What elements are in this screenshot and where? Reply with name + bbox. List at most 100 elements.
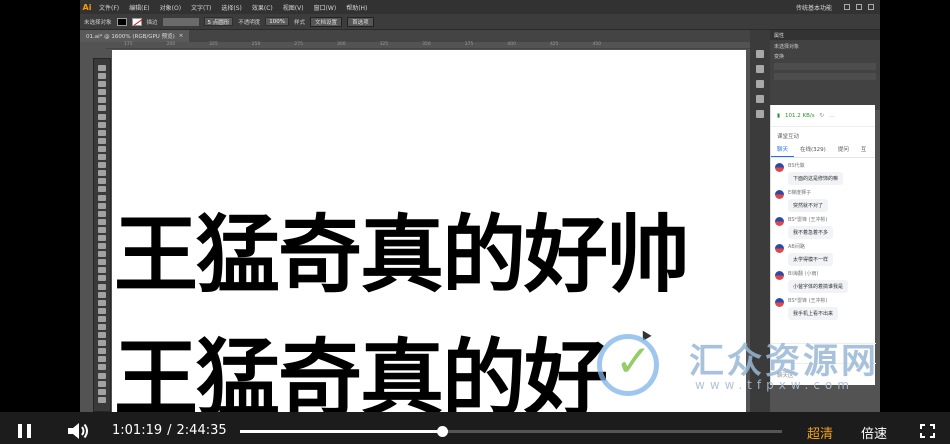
tool-icon[interactable]	[98, 291, 106, 298]
canvas-text-line-2[interactable]: 王猛奇真的好	[114, 312, 608, 412]
tool-icon[interactable]	[98, 267, 106, 274]
fill-swatch[interactable]	[116, 17, 127, 26]
ruler-tick: 400	[507, 42, 516, 47]
tool-icon[interactable]	[98, 356, 106, 363]
chat-message: E梯度狮子 突然就不对了	[771, 185, 875, 212]
minimize-window-icon[interactable]	[844, 4, 850, 10]
tool-icon[interactable]	[98, 97, 106, 104]
progress-handle[interactable]	[437, 426, 449, 437]
avatar	[775, 298, 784, 307]
panel-dock-icon[interactable]	[756, 80, 764, 88]
properties-selection-status: 未选择对象	[774, 44, 800, 50]
tool-icon[interactable]	[98, 129, 106, 136]
tool-icon[interactable]	[98, 388, 106, 395]
tool-icon[interactable]	[98, 299, 106, 306]
tool-icon[interactable]	[98, 364, 106, 371]
tab-chat[interactable]: 聊天	[771, 142, 795, 157]
tool-icon[interactable]	[98, 307, 106, 314]
menu-window[interactable]: 窗口(W)	[309, 3, 342, 12]
panel-dock-icon[interactable]	[756, 110, 764, 118]
tool-icon[interactable]	[98, 340, 106, 347]
quality-button[interactable]: 超清	[807, 423, 833, 442]
menu-edit[interactable]: 编辑(E)	[124, 3, 154, 12]
tool-icon[interactable]	[98, 372, 106, 379]
pause-icon	[18, 424, 22, 438]
opacity-field[interactable]: 100%	[265, 17, 290, 26]
refresh-icon[interactable]: ↻	[820, 113, 825, 119]
document-setup-button[interactable]: 文档设置	[310, 16, 343, 27]
tool-icon[interactable]	[98, 145, 106, 152]
tool-icon[interactable]	[98, 194, 106, 201]
tool-icon[interactable]	[98, 380, 106, 387]
tool-icon[interactable]	[98, 137, 106, 144]
panel-dock-icon[interactable]	[756, 50, 764, 58]
panel-dock-icon[interactable]	[756, 95, 764, 103]
tool-icon[interactable]	[98, 121, 106, 128]
tool-icon[interactable]	[98, 315, 106, 322]
tool-icon[interactable]	[98, 396, 106, 403]
tool-icon[interactable]	[98, 73, 106, 80]
speed-button[interactable]: 倍速	[861, 423, 887, 442]
tool-icon[interactable]	[98, 210, 106, 217]
properties-panel-title[interactable]: 属性	[770, 30, 880, 40]
tool-icon[interactable]	[98, 202, 106, 209]
tool-icon[interactable]	[98, 234, 106, 241]
time-display: 1:01:19 / 2:44:35	[112, 423, 227, 438]
menu-type[interactable]: 文字(T)	[186, 3, 216, 12]
pause-button[interactable]	[18, 424, 32, 438]
ruler-tick: 250	[251, 42, 261, 47]
properties-transform-label: 变换	[774, 54, 785, 60]
video-controls: 1:01:19 / 2:44:35 超清 倍速	[0, 412, 950, 444]
chat-bubble: 下面的这是修饰的嘛	[788, 172, 844, 185]
tool-icon[interactable]	[98, 89, 106, 96]
tool-icon[interactable]	[98, 65, 106, 71]
canvas-text-line-1[interactable]: 王猛奇真的好帅	[114, 188, 690, 309]
tool-icon[interactable]	[98, 81, 106, 88]
fullscreen-icon[interactable]	[920, 424, 935, 438]
tool-icon[interactable]	[98, 348, 106, 355]
panel-dock-icon[interactable]	[756, 65, 764, 73]
progress-bar[interactable]	[240, 426, 782, 437]
menu-help[interactable]: 帮助(H)	[341, 3, 372, 12]
brush-select[interactable]: 5 点圆形	[203, 17, 234, 26]
tool-icon[interactable]	[98, 113, 106, 120]
menu-object[interactable]: 对象(O)	[155, 3, 186, 12]
document-tab-label: 01.ai* @ 1600% (RGB/GPU 预览)	[86, 34, 175, 40]
more-icon[interactable]: …	[829, 113, 835, 119]
close-tab-icon[interactable]: ×	[179, 33, 184, 39]
tool-icon[interactable]	[98, 105, 106, 112]
menu-effect[interactable]: 效果(C)	[247, 3, 278, 12]
maximize-window-icon[interactable]	[856, 4, 862, 10]
menu-select[interactable]: 选择(S)	[216, 3, 247, 12]
workspace-switcher[interactable]: 传统基本功能	[790, 3, 838, 12]
signal-icon: ▮	[777, 112, 781, 119]
tool-icon[interactable]	[98, 226, 106, 233]
chat-username: AB间路	[788, 244, 805, 250]
stroke-swatch[interactable]	[131, 17, 142, 26]
tool-icon[interactable]	[98, 259, 106, 266]
tool-icon[interactable]	[98, 251, 106, 258]
transform-row[interactable]	[774, 73, 876, 80]
tool-icon[interactable]	[98, 178, 106, 185]
menu-view[interactable]: 视图(V)	[278, 3, 309, 12]
tool-icon[interactable]	[98, 324, 106, 330]
transform-row[interactable]	[774, 63, 876, 70]
menu-file[interactable]: 文件(F)	[94, 3, 124, 12]
preferences-button[interactable]: 首选项	[347, 16, 374, 27]
stroke-weight-field[interactable]	[162, 17, 199, 26]
tab-questions[interactable]: 提问	[832, 142, 855, 157]
tab-interact[interactable]: 互	[855, 142, 873, 157]
tab-online[interactable]: 在线(329)	[794, 142, 832, 157]
close-window-icon[interactable]	[868, 4, 874, 10]
tool-icon[interactable]	[98, 154, 106, 161]
tool-icon[interactable]	[98, 243, 106, 250]
tool-icon[interactable]	[98, 186, 106, 193]
tool-icon[interactable]	[98, 170, 106, 177]
tool-icon[interactable]	[98, 275, 106, 282]
document-tab[interactable]: 01.ai* @ 1600% (RGB/GPU 预览) ×	[80, 30, 190, 42]
volume-icon[interactable]	[66, 422, 90, 440]
tool-icon[interactable]	[98, 218, 106, 225]
tool-icon[interactable]	[98, 332, 106, 339]
tool-icon[interactable]	[98, 162, 106, 169]
tool-icon[interactable]	[98, 283, 106, 290]
